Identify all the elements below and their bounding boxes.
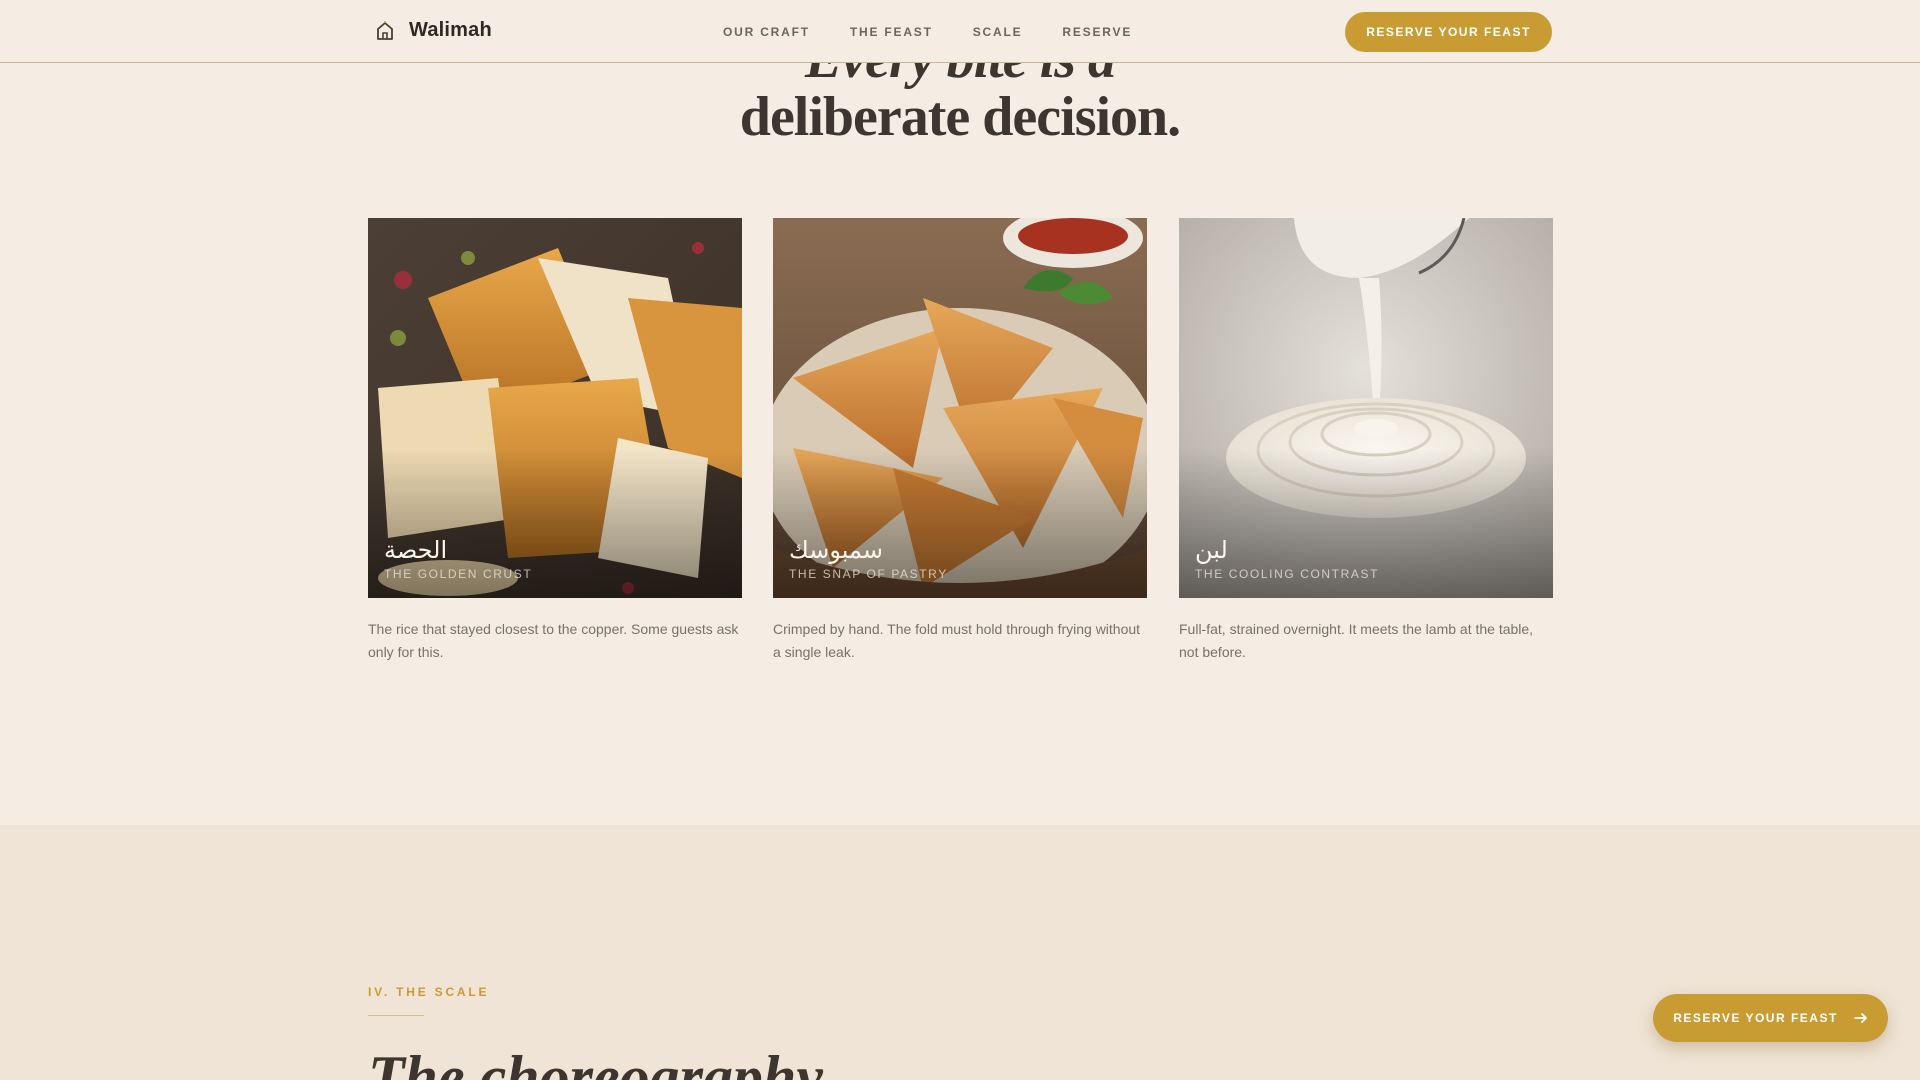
brand-logo-link[interactable]: Walimah: [375, 19, 492, 42]
section-heading: The choreography: [368, 1044, 823, 1080]
dish-subtitle: THE GOLDEN CRUST: [384, 567, 533, 581]
dish-arabic-name: لبن: [1195, 536, 1228, 564]
dish-arabic-name: الحصة: [384, 536, 448, 564]
nav-link-the-feast[interactable]: THE FEAST: [850, 25, 933, 39]
dish-subtitle: THE SNAP OF PASTRY: [789, 567, 948, 581]
top-navigation: Walimah OUR CRAFT THE FEAST SCALE RESERV…: [0, 0, 1920, 63]
dish-description: The rice that stayed closest to the copp…: [368, 621, 739, 660]
section-kicker: IV. THE SCALE: [368, 985, 490, 999]
reserve-your-feast-button[interactable]: RESERVE YOUR FEAST: [1345, 12, 1552, 52]
nav-link-scale[interactable]: SCALE: [973, 25, 1023, 39]
dish-description: Crimped by hand. The fold must hold thro…: [773, 621, 1141, 660]
brand-name: Walimah: [409, 19, 492, 41]
arrow-right-icon: [1853, 1013, 1867, 1023]
hero-heading-line-2: deliberate decision.: [739, 86, 1181, 148]
dish-subtitle: THE COOLING CONTRAST: [1195, 567, 1380, 581]
scale-section: IV. THE SCALE The choreography: [0, 825, 1920, 1080]
floating-reserve-button[interactable]: RESERVE YOUR FEAST: [1653, 994, 1888, 1042]
dish-card-snap-of-pastry: سمبوسك THE SNAP OF PASTRY Crimped by han…: [773, 218, 1147, 664]
house-icon: [377, 20, 393, 40]
dish-card-golden-crust: الحصة THE GOLDEN CRUST The rice that sta…: [368, 218, 742, 664]
nav-links: OUR CRAFT THE FEAST SCALE RESERVE: [723, 25, 1172, 39]
dish-photo-snap-of-pastry: سمبوسك THE SNAP OF PASTRY: [773, 218, 1147, 598]
nav-link-our-craft[interactable]: OUR CRAFT: [723, 25, 810, 39]
floating-reserve-label: RESERVE YOUR FEAST: [1673, 1011, 1838, 1025]
section-divider: [368, 1015, 424, 1016]
dish-card-cooling-contrast: لبن THE COOLING CONTRAST Full-fat, strai…: [1179, 218, 1553, 664]
dish-description: Full-fat, strained overnight. It meets t…: [1179, 621, 1534, 660]
nav-link-reserve[interactable]: RESERVE: [1062, 25, 1132, 39]
dish-arabic-name: سمبوسك: [789, 536, 883, 564]
dish-photo-golden-crust: الحصة THE GOLDEN CRUST: [368, 218, 742, 598]
dish-photo-cooling-contrast: لبن THE COOLING CONTRAST: [1179, 218, 1553, 598]
